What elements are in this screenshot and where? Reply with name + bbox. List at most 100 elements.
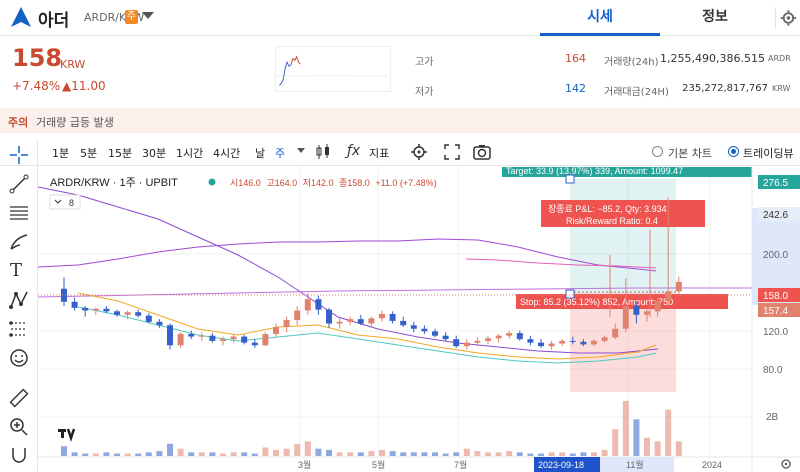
brush-icon[interactable] [8,231,30,253]
volume-bar [357,452,364,456]
chevron-down-icon[interactable] [142,12,154,19]
chart-settings-gear-icon[interactable] [409,142,429,162]
candle-body [675,281,682,292]
ohlc-high: 164.0 [275,178,298,188]
volume-bar [198,452,205,456]
volume-bar [114,453,120,456]
target-handle[interactable] [565,174,575,184]
candle-body [538,342,544,347]
tab-info[interactable]: 정보 [660,0,770,36]
indicator-toggle[interactable] [49,194,81,210]
tradingview-radio[interactable] [728,146,739,157]
volume-bar [379,449,385,456]
tab-quote[interactable]: 시세 [540,0,660,36]
volume-bar [71,452,78,456]
fullscreen-icon[interactable] [442,142,462,162]
tradingview-label[interactable]: 트레이딩뷰 [743,145,794,161]
volume-bar [516,452,523,456]
interval-4h[interactable]: 4시간 [213,145,240,161]
candle-body [506,333,513,336]
candle-body [220,339,226,341]
interval-1h[interactable]: 1시간 [176,145,203,161]
svg-text:시146.0 고164.0 저142.0: 시146.0 고164.0 저142.0 종158.0 +11.0 (+7.48… [230,178,437,188]
volume-bar [92,453,99,456]
candle-body [124,312,131,315]
candle-body [463,342,470,347]
ruler-icon[interactable] [8,387,30,409]
measure-icon[interactable] [8,318,30,340]
candle-body [135,312,142,316]
candle-body [156,321,163,326]
coin-name[interactable]: 아더 [38,6,69,31]
volume-bar [273,449,279,456]
candle-body [516,333,523,340]
volume-bar [326,449,332,456]
time-axis-nov: 11월 [626,459,644,470]
candle-body [209,335,216,341]
camera-icon[interactable] [472,142,492,162]
text-tool-icon[interactable]: T [10,260,22,281]
volume-bar [145,452,152,456]
volume-bar [591,452,597,456]
indicator-fx-icon[interactable]: ƒx [347,143,360,159]
target-zone[interactable] [570,179,676,292]
interval-chevron-icon[interactable] [297,148,305,153]
amount-value: 235,272,817,767 [682,83,768,94]
volume-bar [294,443,301,456]
candle-body [591,340,597,345]
interval-30m[interactable]: 30분 [142,145,166,161]
pattern-icon[interactable] [8,289,30,311]
basic-chart-label[interactable]: 기본 차트 [668,145,712,161]
upbit-logo-icon [11,7,31,27]
price-chart[interactable]: Target: 33.9 (13.97%) 339, Amount: 1099.… [38,167,800,472]
fib-lines-icon[interactable] [8,202,30,224]
volume-bar [665,409,672,456]
candle-body [145,315,152,322]
candle-body [92,308,99,311]
interval-15m[interactable]: 15분 [108,145,132,161]
candle-body [389,313,396,321]
volume-bar [177,448,184,456]
volume-bar [347,452,354,456]
interval-week[interactable]: 주 [275,145,285,161]
candle-body [612,328,619,338]
volume-bar [580,452,587,456]
interval-1m[interactable]: 1분 [52,145,69,161]
candle-type-icon[interactable] [313,142,333,162]
volume-bar [654,441,661,456]
warning-badge: 주 [125,10,138,24]
time-axis-2024: 2024 [702,460,722,470]
trend-line-icon[interactable] [8,173,30,195]
volume-bar [548,452,555,456]
candle-body [485,338,491,341]
emoji-icon[interactable] [8,347,30,369]
indicators-button[interactable]: 지표 [369,145,389,161]
volume-bar [209,452,216,456]
basic-chart-radio[interactable] [652,146,663,157]
candle-body [474,340,481,343]
volume-bar [336,452,343,456]
gear-icon[interactable] [775,7,797,29]
candle-body [601,337,608,341]
drawing-toolbar: T [0,140,38,472]
volume-bar [463,448,470,456]
interval-day[interactable]: 날 [255,145,265,161]
candle-body [665,291,672,301]
candle-body [82,307,89,311]
ohlc-low-label: 저 [303,178,311,188]
interval-5m[interactable]: 5분 [80,145,97,161]
price-axis-80: 80.0 [763,365,783,376]
stop-handle[interactable] [565,289,575,299]
zoom-in-icon[interactable] [8,416,30,438]
candle-body [357,319,364,324]
candle-body [315,299,322,310]
volume-bar [675,441,682,456]
candle-body [654,300,661,312]
low-value: 142 [565,82,586,95]
candle-body [326,309,332,324]
crosshair-icon[interactable] [8,144,30,166]
volume-bar [368,451,375,456]
volume-bar [538,453,544,456]
magnet-icon[interactable] [8,444,30,466]
volume-bar [156,451,163,456]
